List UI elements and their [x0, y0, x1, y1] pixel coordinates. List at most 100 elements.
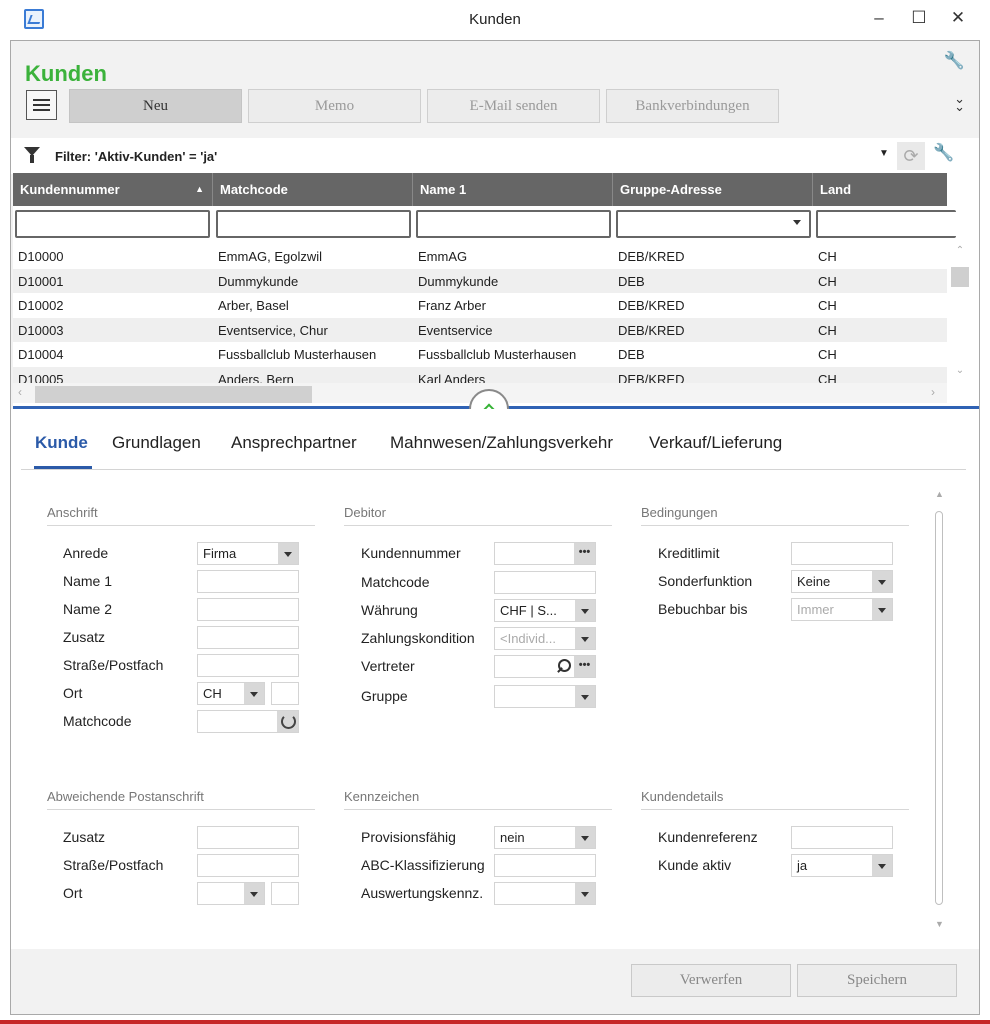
window-title: Kunden: [469, 11, 521, 28]
refresh-icon[interactable]: [277, 711, 298, 732]
detail-vertical-scrollbar[interactable]: ▲ ▼: [933, 489, 947, 944]
customer-grid: Kundennummer ▲ Matchcode Name 1 Gruppe-A…: [13, 173, 979, 406]
strasse-label: Straße/Postfach: [63, 657, 164, 673]
table-cell: DEB/KRED: [618, 322, 685, 338]
scroll-up-icon[interactable]: ⌃: [953, 245, 967, 257]
grid-filter-row: [13, 206, 956, 242]
kreditlimit-field[interactable]: [791, 542, 893, 565]
table-row[interactable]: D10000 EmmAG, Egolzwil EmmAG DEB/KRED CH: [13, 244, 947, 269]
scroll-down-icon[interactable]: ▼: [935, 919, 944, 929]
maximize-button[interactable]: ☐: [904, 4, 934, 34]
horizontal-scroll-thumb[interactable]: [35, 386, 312, 403]
abc-field[interactable]: [494, 854, 596, 877]
minimize-button[interactable]: –: [864, 4, 894, 34]
post-strasse-field[interactable]: [197, 854, 299, 877]
filter-input-matchcode[interactable]: [216, 210, 411, 238]
table-row[interactable]: D10003 Eventservice, Chur Eventservice DEB/…: [13, 317, 947, 343]
discard-button[interactable]: Verwerfen: [631, 964, 791, 997]
grid-vertical-scrollbar[interactable]: ⌃ ⌄: [949, 245, 971, 381]
tab-kunde[interactable]: Kunde: [35, 433, 88, 453]
section-postanschrift-title: Abweichende Postanschrift: [47, 789, 204, 804]
column-header-land[interactable]: Land: [813, 173, 947, 206]
save-button[interactable]: Speichern: [797, 964, 957, 997]
refresh-icon[interactable]: ⟳: [897, 142, 925, 170]
scroll-thumb[interactable]: [935, 511, 943, 905]
table-cell: Eventservice: [418, 322, 493, 338]
scroll-left-icon[interactable]: ‹: [18, 385, 22, 399]
provision-select[interactable]: nein: [494, 826, 596, 849]
filter-input-kundennummer[interactable]: [15, 210, 210, 238]
ort-country-select[interactable]: CH: [197, 682, 265, 705]
waehrung-select[interactable]: CHF | S...: [494, 599, 596, 622]
aktiv-select[interactable]: ja: [791, 854, 893, 877]
section-kundendetails-title: Kundendetails: [641, 789, 724, 804]
memo-button[interactable]: Memo: [248, 89, 421, 123]
post-ort-label: Ort: [63, 885, 83, 901]
table-cell: CH: [818, 347, 837, 363]
post-ort-field[interactable]: [271, 882, 299, 905]
tab-ansprechpartner[interactable]: Ansprechpartner: [231, 433, 357, 453]
sonderfunktion-select[interactable]: Keine: [791, 570, 893, 593]
gruppe-select[interactable]: [494, 685, 596, 708]
new-button[interactable]: Neu: [69, 89, 242, 123]
post-zusatz-field[interactable]: [197, 826, 299, 849]
ort-field[interactable]: [271, 682, 299, 705]
zahlungskondition-select[interactable]: <Individ...: [494, 627, 596, 650]
tab-grundlagen[interactable]: Grundlagen: [112, 433, 201, 453]
close-button[interactable]: ✕: [943, 4, 973, 34]
main-frame: Kunden 🔧 ⌄ ⌄ Neu Memo E-Mail senden Bankv…: [10, 40, 980, 1015]
vertreter-label: Vertreter: [361, 658, 415, 674]
kundennummer-field[interactable]: •••: [494, 542, 596, 565]
menu-button[interactable]: [26, 90, 57, 120]
filter-input-land[interactable]: [816, 210, 956, 238]
email-button[interactable]: E-Mail senden: [427, 89, 600, 123]
tab-verkauf[interactable]: Verkauf/Lieferung: [649, 433, 782, 453]
column-header-gruppe[interactable]: Gruppe-Adresse: [613, 173, 813, 206]
strasse-field[interactable]: [197, 654, 299, 677]
active-tab-indicator: [34, 466, 92, 469]
table-row[interactable]: D10002 Arber, Basel Franz Arber DEB/KRED CH: [13, 293, 947, 318]
anrede-select[interactable]: Firma: [197, 542, 299, 565]
post-ort-country-select[interactable]: [197, 882, 265, 905]
name1-label: Name 1: [63, 573, 113, 589]
filter-dropdown-icon[interactable]: ▼: [879, 148, 889, 159]
scroll-thumb[interactable]: [951, 267, 969, 287]
table-cell: D10001: [18, 273, 64, 289]
scroll-up-icon[interactable]: ▲: [935, 489, 944, 499]
table-row[interactable]: D10001 Dummykunde Dummykunde DEB CH: [13, 268, 947, 294]
name1-field[interactable]: [197, 570, 299, 593]
table-row[interactable]: D10004 Fussballclub Musterhausen Fussballc…: [13, 342, 947, 367]
vertreter-field[interactable]: •••: [494, 655, 596, 678]
wrench-icon[interactable]: 🔧: [944, 51, 965, 71]
column-header-name1[interactable]: Name 1: [413, 173, 613, 206]
bottom-accent-bar: [0, 1020, 990, 1024]
scroll-right-icon[interactable]: ›: [931, 385, 935, 399]
filter-icon[interactable]: [24, 147, 40, 163]
bebuchbar-label: Bebuchbar bis: [658, 601, 748, 617]
matchcode-field[interactable]: [197, 710, 299, 733]
grid-wrench-icon[interactable]: 🔧: [933, 143, 954, 163]
kundennummer-label: Kundennummer: [361, 545, 461, 561]
more-icon[interactable]: •••: [574, 543, 595, 564]
column-header-kundennummer[interactable]: Kundennummer ▲: [13, 173, 213, 206]
double-chevron-down-icon[interactable]: ⌄ ⌄: [954, 92, 965, 113]
debitor-matchcode-field[interactable]: [494, 571, 596, 594]
auswertung-select[interactable]: [494, 882, 596, 905]
filter-input-name1[interactable]: [416, 210, 611, 238]
filter-select-gruppe[interactable]: [616, 210, 811, 238]
chevron-down-icon: [575, 883, 595, 904]
detail-panel: Kunde Grundlagen Ansprechpartner Mahnwes…: [11, 409, 979, 949]
search-icon[interactable]: [553, 656, 574, 677]
table-cell: CH: [818, 249, 837, 264]
name2-field[interactable]: [197, 598, 299, 621]
tab-mahnwesen[interactable]: Mahnwesen/Zahlungsverkehr: [390, 433, 613, 453]
scroll-down-icon[interactable]: ⌄: [953, 365, 967, 377]
zusatz-field[interactable]: [197, 626, 299, 649]
provision-label: Provisionsfähig: [361, 829, 456, 845]
referenz-label: Kundenreferenz: [658, 829, 758, 845]
bebuchbar-select[interactable]: Immer: [791, 598, 893, 621]
more-icon[interactable]: •••: [574, 656, 595, 677]
column-header-matchcode[interactable]: Matchcode: [213, 173, 413, 206]
bank-accounts-button[interactable]: Bankverbindungen: [606, 89, 779, 123]
referenz-field[interactable]: [791, 826, 893, 849]
